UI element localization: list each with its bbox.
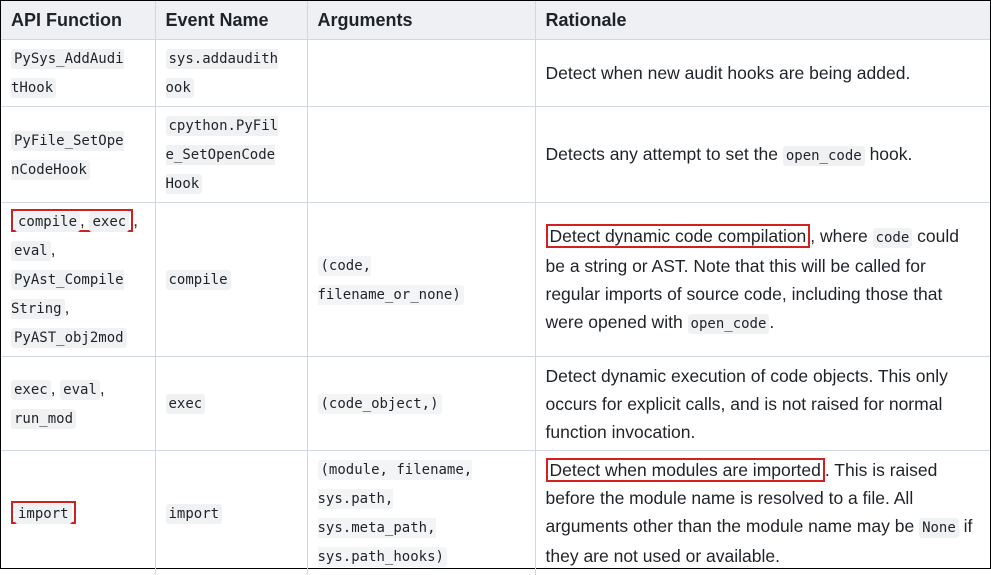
cell-arguments [307,40,535,107]
func-code: compile [15,212,80,232]
cell-arguments: (module, filename, sys.path, sys.meta_pa… [307,451,535,575]
cell-event-name: cpython.PyFil e_SetOpenCode Hook [155,107,307,203]
func-code: import [15,504,72,524]
cell-rationale: Detect dynamic execution of code objects… [535,357,990,451]
audit-events-table: API Function Event Name Arguments Ration… [1,1,990,575]
table-row: compile, exec,eval,PyAst_Compile String,… [1,203,990,357]
cell-arguments: (code_object,) [307,357,535,451]
header-event-name: Event Name [155,1,307,40]
event-code: compile [166,270,231,290]
cell-api-function: exec, eval,run_mod [1,357,155,451]
cell-api-function: PySys_AddAudi tHook [1,40,155,107]
func-code: PySys_AddAudi tHook [11,49,124,98]
cell-arguments [307,107,535,203]
cell-event-name: exec [155,357,307,451]
cell-rationale: Detect when modules are imported. This i… [535,451,990,575]
func-code: exec [11,380,51,400]
rationale-text: Detect when new audit hooks are being ad… [546,63,911,83]
table-row: PySys_AddAudi tHook sys.addaudith ook De… [1,40,990,107]
cell-event-name: compile [155,203,307,357]
cell-event-name: sys.addaudith ook [155,40,307,107]
highlight-box: Detect when modules are imported [546,458,825,482]
func-code: PyFile_SetOpe nCodeHook [11,131,124,180]
rationale-text: . [769,312,774,332]
func-code: run_mod [11,409,76,429]
highlight-box: Detect dynamic code compilation [546,224,811,248]
header-arguments: Arguments [307,1,535,40]
cell-api-function: compile, exec,eval,PyAst_Compile String,… [1,203,155,357]
cell-api-function: import [1,451,155,575]
cell-api-function: PyFile_SetOpe nCodeHook [1,107,155,203]
cell-rationale: Detect when new audit hooks are being ad… [535,40,990,107]
func-code: PyAST_obj2mod [11,328,127,348]
func-code: eval [11,241,51,261]
header-rationale: Rationale [535,1,990,40]
event-code: sys.addaudith ook [166,49,279,98]
header-api-function: API Function [1,1,155,40]
rationale-code: None [919,518,959,538]
rationale-code: open_code [688,314,770,334]
highlight-box: import [11,501,76,524]
event-code: import [166,504,223,524]
cell-rationale: Detect dynamic code compilation, where c… [535,203,990,357]
func-code: eval [60,380,100,400]
event-code: exec [166,394,206,414]
args-code: (code_object,) [318,394,442,414]
rationale-text: Detect dynamic execution of code objects… [546,366,948,442]
args-code: (code, filename_or_none) [318,256,464,305]
table-row: exec, eval,run_mod exec (code_object,) D… [1,357,990,451]
table-row: import import (module, filename, sys.pat… [1,451,990,575]
rationale-code: code [873,228,913,248]
highlight-box: compile, exec [11,209,133,232]
rationale-text: , where [810,226,872,246]
event-code: cpython.PyFil e_SetOpenCode Hook [166,116,279,194]
rationale-text: Detects any attempt to set the [546,144,783,164]
table-header-row: API Function Event Name Arguments Ration… [1,1,990,40]
cell-rationale: Detects any attempt to set the open_code… [535,107,990,203]
args-code: (module, filename, sys.path, sys.meta_pa… [318,460,473,567]
table-row: PyFile_SetOpe nCodeHook cpython.PyFil e_… [1,107,990,203]
rationale-text: hook. [865,144,913,164]
cell-arguments: (code, filename_or_none) [307,203,535,357]
cell-event-name: import [155,451,307,575]
rationale-code: open_code [783,146,865,166]
audit-events-table-frame: API Function Event Name Arguments Ration… [0,0,991,569]
func-code: exec [89,212,129,232]
